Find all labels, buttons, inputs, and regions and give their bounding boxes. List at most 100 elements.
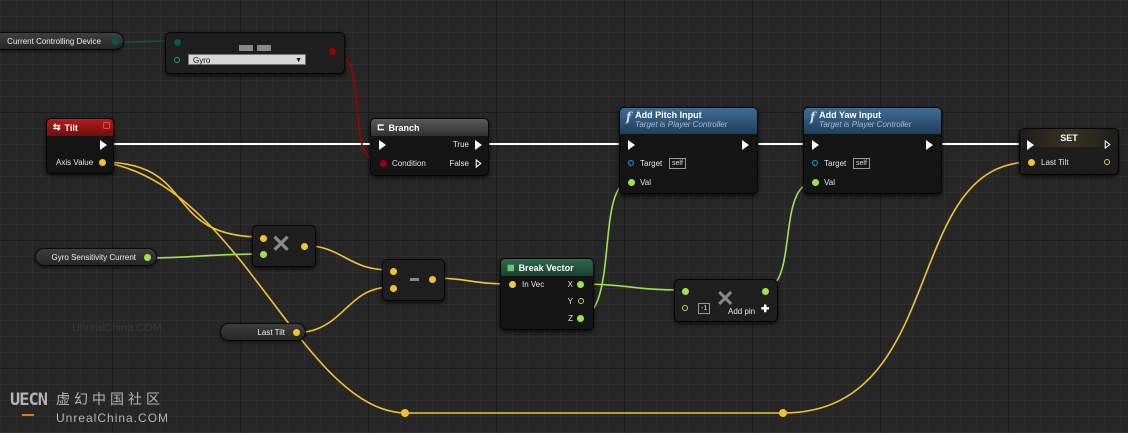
subtract-node[interactable] bbox=[382, 259, 445, 301]
bool-output-pin[interactable] bbox=[329, 48, 336, 55]
input-axis-icon: ⇆ bbox=[53, 122, 61, 132]
add-pitch-header: f Add Pitch Input Target is Player Contr… bbox=[620, 108, 757, 134]
x-output-pin[interactable] bbox=[577, 281, 584, 288]
exec-input-pin[interactable] bbox=[1027, 140, 1034, 150]
equal-enum-node[interactable]: Gyro ▼ bbox=[165, 32, 345, 74]
tilt-axis-event-node[interactable]: ⇆ Tilt Axis Value bbox=[46, 118, 114, 174]
last-tilt-output-pin[interactable] bbox=[1104, 159, 1110, 165]
val-label: Val bbox=[824, 178, 835, 187]
watermark-chinese-text: 虚幻中国社区 bbox=[56, 391, 164, 407]
axis-value-pin[interactable] bbox=[99, 159, 106, 166]
float-output-pin[interactable] bbox=[144, 254, 151, 261]
enum-output-pin[interactable] bbox=[112, 38, 119, 45]
branch-title: Branch bbox=[388, 122, 420, 133]
plus-icon[interactable]: ✚ bbox=[761, 304, 769, 315]
tilt-title: Tilt bbox=[64, 122, 78, 133]
float-input-pin-a[interactable] bbox=[390, 268, 397, 275]
float-output-pin[interactable] bbox=[762, 288, 769, 295]
dropdown-arrow-icon: ▼ bbox=[295, 57, 302, 64]
float-input-pin-a[interactable] bbox=[682, 288, 689, 295]
exec-output-pin[interactable] bbox=[1104, 140, 1111, 149]
val-pin[interactable] bbox=[812, 179, 819, 186]
float-input-pin-b[interactable] bbox=[260, 251, 267, 258]
add-pitch-title: Add Pitch Input bbox=[635, 110, 702, 120]
constant-value-box[interactable]: -1 bbox=[698, 303, 711, 314]
exec-output-pin[interactable] bbox=[926, 140, 933, 150]
y-label: Y bbox=[567, 297, 573, 306]
exec-input-pin[interactable] bbox=[628, 140, 635, 150]
faint-watermark: UnrealChina.COM bbox=[72, 322, 162, 334]
float-wire bbox=[782, 161, 1032, 414]
branch-node[interactable]: ⊏ Branch True Condition False bbox=[370, 118, 489, 176]
in-vec-label: In Vec bbox=[522, 280, 545, 289]
axis-value-label: Axis Value bbox=[56, 158, 94, 167]
float-output-pin[interactable] bbox=[429, 276, 436, 283]
val-label: Val bbox=[640, 178, 651, 187]
z-output-pin[interactable] bbox=[577, 315, 584, 322]
reroute-knot bbox=[401, 409, 409, 417]
break-vector-title: Break Vector bbox=[518, 262, 574, 273]
float-input-pin-b[interactable] bbox=[390, 285, 397, 292]
last-tilt-input-pin[interactable] bbox=[1028, 159, 1035, 166]
float-output-pin[interactable] bbox=[293, 329, 300, 336]
variable-label: Last Tilt bbox=[257, 327, 285, 337]
gyro-sensitivity-current-variable[interactable]: Gyro Sensitivity Current bbox=[35, 248, 157, 266]
break-vector-icon: ▦ bbox=[507, 263, 515, 272]
true-exec-pin[interactable] bbox=[475, 140, 482, 150]
device-dropdown[interactable]: Gyro ▼ bbox=[188, 54, 306, 65]
val-pin[interactable] bbox=[628, 179, 635, 186]
set-last-tilt-node[interactable]: SET Last Tilt bbox=[1019, 128, 1119, 175]
variable-label: Gyro Sensitivity Current bbox=[51, 252, 136, 262]
multiply-negative-node[interactable]: ✕ -1 Add pin ✚ bbox=[674, 279, 778, 322]
float-wire bbox=[292, 286, 392, 334]
add-yaw-input-node[interactable]: f Add Yaw Input Target is Player Control… bbox=[803, 107, 942, 194]
target-label: Target bbox=[640, 159, 663, 168]
minus-icon bbox=[410, 278, 419, 281]
false-exec-pin[interactable] bbox=[475, 159, 482, 168]
current-controlling-device-variable[interactable]: Current Controlling Device bbox=[0, 32, 124, 50]
multiply-icon: ✕ bbox=[271, 231, 292, 258]
x-label: X bbox=[567, 280, 573, 289]
y-output-pin[interactable] bbox=[578, 298, 584, 304]
function-icon: f bbox=[626, 110, 632, 124]
target-pin[interactable] bbox=[812, 160, 818, 166]
tilt-header: ⇆ Tilt bbox=[47, 119, 113, 136]
add-pitch-subtitle: Target is Player Controller bbox=[635, 120, 728, 129]
exec-input-pin[interactable] bbox=[812, 140, 819, 150]
condition-pin[interactable] bbox=[380, 160, 387, 167]
true-label: True bbox=[452, 140, 469, 149]
add-yaw-subtitle: Target is Player Controller bbox=[819, 120, 912, 129]
target-pin[interactable] bbox=[628, 160, 634, 166]
branch-header: ⊏ Branch bbox=[371, 119, 488, 136]
exec-input-pin[interactable] bbox=[379, 140, 386, 150]
function-icon: f bbox=[810, 110, 816, 124]
multiply-float-node[interactable]: ✕ bbox=[252, 225, 316, 267]
uecn-logo: UECN bbox=[10, 390, 48, 426]
float-wire bbox=[761, 181, 816, 291]
float-wire bbox=[100, 161, 406, 414]
equal-symbol bbox=[239, 45, 271, 51]
reroute-knot bbox=[779, 409, 787, 417]
add-pin-label[interactable]: Add pin bbox=[728, 307, 755, 316]
enum-input-pin-a[interactable] bbox=[174, 39, 181, 46]
self-value[interactable]: self bbox=[853, 158, 870, 169]
break-vector-node[interactable]: ▦ Break Vector In Vec X Y Z bbox=[500, 258, 594, 330]
float-wire bbox=[140, 253, 263, 259]
add-yaw-title: Add Yaw Input bbox=[819, 110, 882, 120]
last-tilt-label: Last Tilt bbox=[1041, 158, 1069, 167]
exec-output-pin[interactable] bbox=[742, 140, 749, 150]
condition-label: Condition bbox=[392, 159, 426, 168]
enum-input-pin-b[interactable] bbox=[174, 57, 180, 63]
float-input-pin-a[interactable] bbox=[260, 235, 267, 242]
float-output-pin[interactable] bbox=[301, 243, 308, 250]
in-vec-pin[interactable] bbox=[509, 281, 516, 288]
variable-label: Current Controlling Device bbox=[7, 36, 101, 46]
self-value[interactable]: self bbox=[669, 158, 686, 169]
last-tilt-variable[interactable]: Last Tilt bbox=[220, 323, 306, 341]
false-label: False bbox=[449, 159, 469, 168]
dropdown-value: Gyro bbox=[193, 56, 211, 65]
add-pitch-input-node[interactable]: f Add Pitch Input Target is Player Contr… bbox=[619, 107, 758, 194]
float-input-pin-b[interactable] bbox=[682, 305, 688, 311]
delegate-pin[interactable] bbox=[103, 122, 110, 129]
exec-output-pin[interactable] bbox=[100, 140, 107, 150]
